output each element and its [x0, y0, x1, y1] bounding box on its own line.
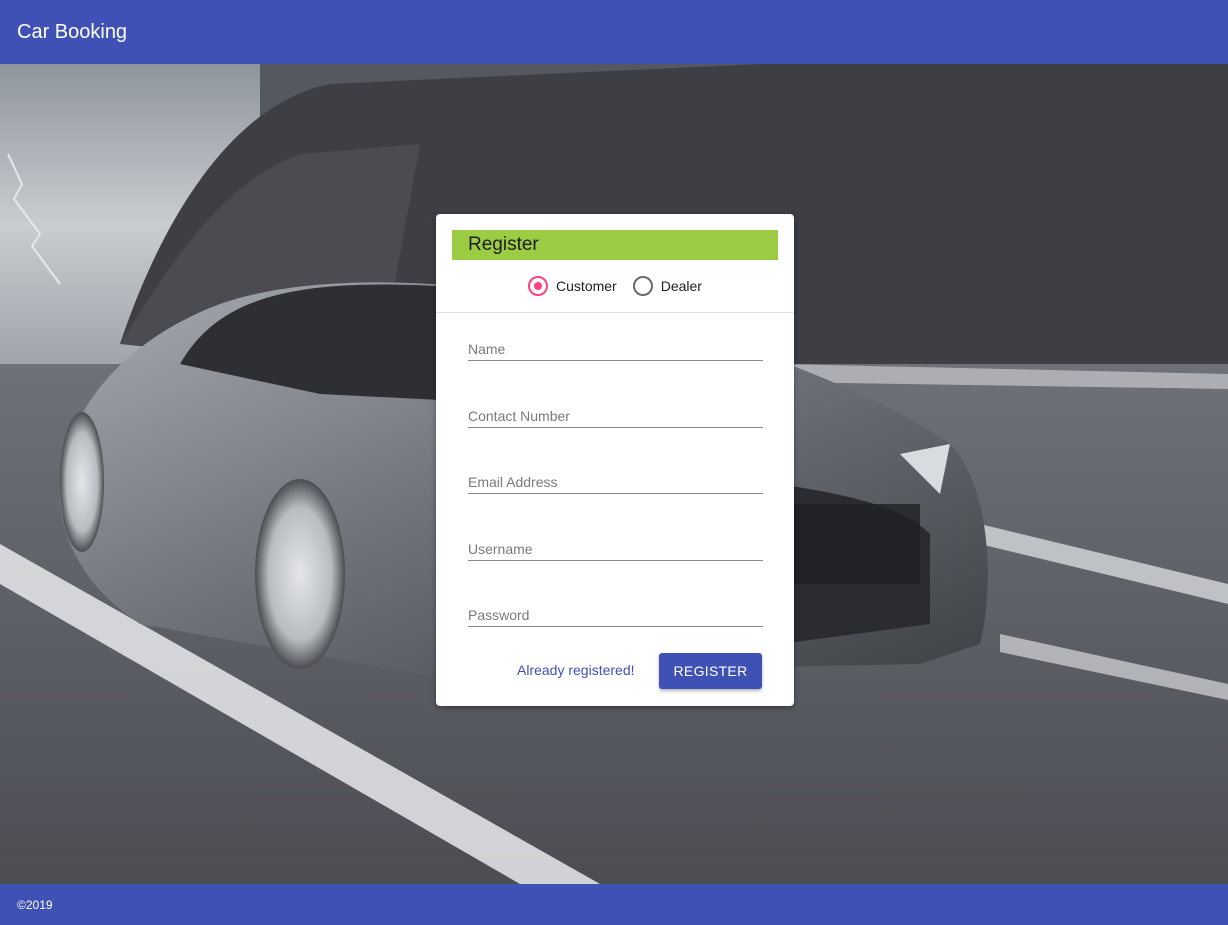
register-title: Register — [452, 230, 778, 260]
name-input[interactable] — [468, 341, 763, 357]
copyright-text: ©2019 — [17, 897, 53, 912]
username-input[interactable] — [468, 541, 763, 557]
app-toolbar: Car Booking — [0, 0, 1228, 64]
radio-unchecked-icon[interactable] — [632, 276, 653, 296]
app-title: Car Booking — [17, 21, 128, 43]
divider — [436, 312, 794, 313]
email-field — [468, 463, 763, 494]
password-field — [468, 596, 763, 627]
already-registered-link[interactable]: Already registered! — [517, 662, 635, 678]
username-field — [468, 530, 763, 561]
contact-number-input[interactable] — [468, 408, 763, 424]
role-option-dealer[interactable]: Dealer — [632, 276, 702, 296]
name-field — [468, 330, 763, 361]
contact-number-field — [468, 397, 763, 428]
password-input[interactable] — [468, 607, 763, 623]
role-label-customer: Customer — [556, 278, 617, 294]
register-card: Register Customer Dealer Alrea — [436, 214, 794, 706]
role-radio-group: Customer Dealer — [436, 274, 794, 298]
register-button[interactable]: REGISTER — [659, 653, 762, 689]
role-label-dealer: Dealer — [660, 278, 702, 294]
role-option-customer[interactable]: Customer — [528, 276, 617, 296]
radio-checked-icon[interactable] — [528, 276, 549, 296]
email-input[interactable] — [468, 474, 763, 490]
page: Car Booking Register Customer Dealer Nam… — [0, 0, 1228, 925]
footer: ©2019 — [0, 884, 1228, 925]
